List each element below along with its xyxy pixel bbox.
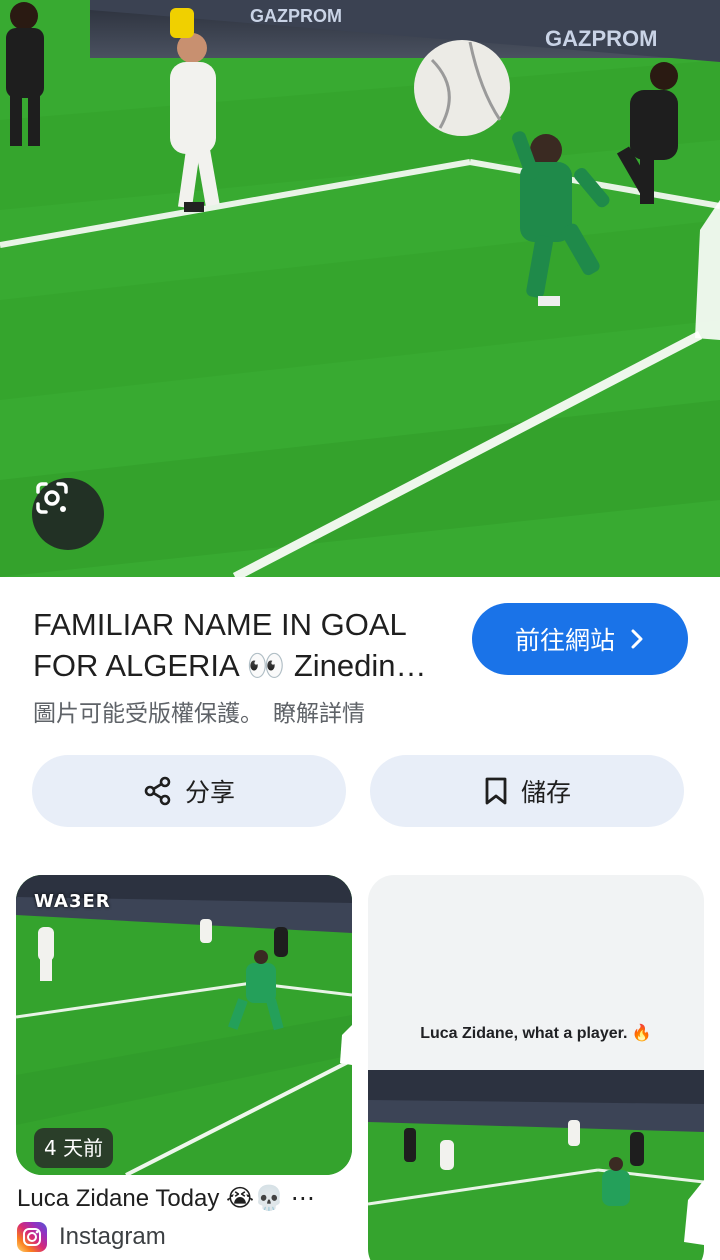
save-label: 儲存	[520, 778, 571, 807]
video-watermark: WA3ER	[34, 891, 111, 912]
share-button[interactable]: 分享	[32, 755, 346, 827]
instagram-icon	[17, 1222, 47, 1252]
ad-board-text-2: GAZPROM	[545, 26, 657, 51]
visit-site-button[interactable]: 前往網站	[472, 603, 688, 675]
share-icon	[144, 776, 171, 806]
google-lens-button[interactable]	[32, 478, 104, 550]
chevron-right-icon	[631, 629, 643, 649]
pitch-scene	[368, 1070, 704, 1260]
ball-shape	[414, 40, 510, 136]
pitch-scene: GAZPROM GAZPROM	[0, 0, 720, 577]
result-title[interactable]: FAMILIAR NAME IN GOAL FOR ALGERIA 👀 Zine…	[33, 604, 443, 686]
time-badge: 4 天前	[34, 1128, 114, 1168]
source-name: Instagram	[59, 1223, 166, 1250]
bookmark-icon	[485, 777, 507, 805]
visit-site-label: 前往網站	[514, 626, 615, 655]
copyright-notice: 圖片可能受版權保護。 瞭解詳情	[33, 694, 365, 728]
related-image-2[interactable]: Luca Zidane, what a player. 🔥	[368, 875, 704, 1260]
share-label: 分享	[184, 778, 235, 807]
learn-more-link[interactable]: 瞭解詳情	[273, 701, 365, 727]
save-button[interactable]: 儲存	[370, 755, 684, 827]
google-lens-icon	[36, 482, 68, 514]
video-caption: Luca Zidane, what a player. 🔥	[420, 1025, 652, 1042]
copyright-text: 圖片可能受版權保護。	[33, 701, 263, 727]
result-image[interactable]: GAZPROM GAZPROM	[0, 0, 720, 577]
ad-board-text: GAZPROM	[250, 6, 342, 26]
related-source[interactable]: Instagram	[17, 1222, 166, 1252]
related-title[interactable]: Luca Zidane Today 😭💀 ⋯	[17, 1184, 329, 1213]
